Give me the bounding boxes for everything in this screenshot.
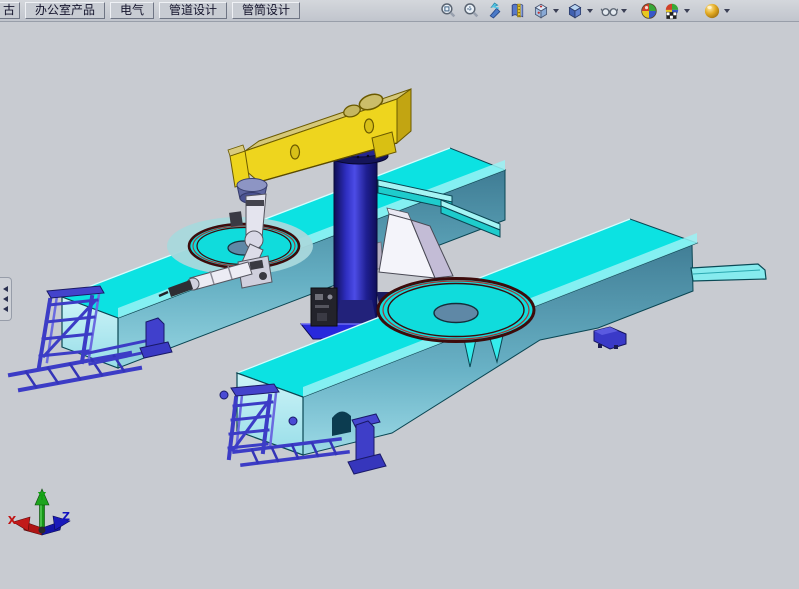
solidworks-window: Y X Z 古 办公室产品 电气 管道设计 管筒设计 [0,0,799,589]
view-settings-dropdown[interactable] [724,9,730,13]
section-view-button[interactable] [507,2,528,20]
beam-arch-recess [332,411,351,436]
right-turntable-ring[interactable] [378,279,534,342]
viewport-3d[interactable]: Y X Z [0,0,799,589]
tab-tubing-design[interactable]: 管筒设计 [232,2,300,19]
edit-appearance-button[interactable] [638,2,659,20]
command-manager-toolbar: 古 办公室产品 电气 管道设计 管筒设计 [0,0,799,22]
tab-clipped[interactable]: 古 [0,2,20,19]
boom-front-hole-1 [291,145,300,159]
zoom-to-fit-button[interactable] [438,2,459,20]
hide-show-items-dropdown[interactable] [621,9,627,13]
command-tabs: 古 办公室产品 电气 管道设计 管筒设计 [0,0,305,21]
view-settings-button[interactable] [701,2,722,20]
view-settings-icon [703,2,721,20]
edit-appearance-icon [640,2,658,20]
robot-shoulder-band [246,200,264,206]
display-style-icon [566,2,584,20]
right-ring-center-hole [434,304,478,323]
z-axis-label: Z [62,510,70,523]
zoom-to-area-icon [463,2,480,19]
previous-view-icon [486,2,503,19]
view-orientation-dropdown[interactable] [553,9,559,13]
collapse-arrow-icon [3,306,8,312]
heads-up-view-toolbar [437,1,734,20]
x-axis-label: X [8,514,17,527]
robot-motor-box [229,211,243,227]
robot-wrist-joint [259,272,267,280]
collapse-arrow-icon [3,296,8,302]
stand2-stub-right [289,417,297,425]
zoom-to-fit-icon [440,2,457,19]
hide-show-items-button[interactable] [598,2,619,20]
apply-scene-button[interactable] [661,2,682,20]
apply-scene-dropdown[interactable] [684,9,690,13]
view-orientation-icon [532,2,550,20]
display-style-button[interactable] [564,2,585,20]
apply-scene-icon [663,2,681,20]
tab-piping-design[interactable]: 管道设计 [159,2,227,19]
zoom-to-area-button[interactable] [461,2,482,20]
y-axis-label: Y [37,490,47,503]
feature-tree-collapse-control[interactable] [0,277,12,321]
checker-flag [666,12,676,19]
stand2-stub-left [220,391,228,399]
display-style-dropdown[interactable] [587,9,593,13]
tab-electrical[interactable]: 电气 [110,2,154,19]
collapse-arrow-icon [3,286,8,292]
boom-front-hole-2 [365,119,374,133]
previous-view-button[interactable] [484,2,505,20]
view-orientation-button[interactable] [530,2,551,20]
triad-origin [39,527,46,534]
control-box[interactable] [311,288,337,326]
hide-show-items-icon [600,2,618,20]
section-view-icon [509,2,526,19]
tab-office-products[interactable]: 办公室产品 [25,2,105,19]
